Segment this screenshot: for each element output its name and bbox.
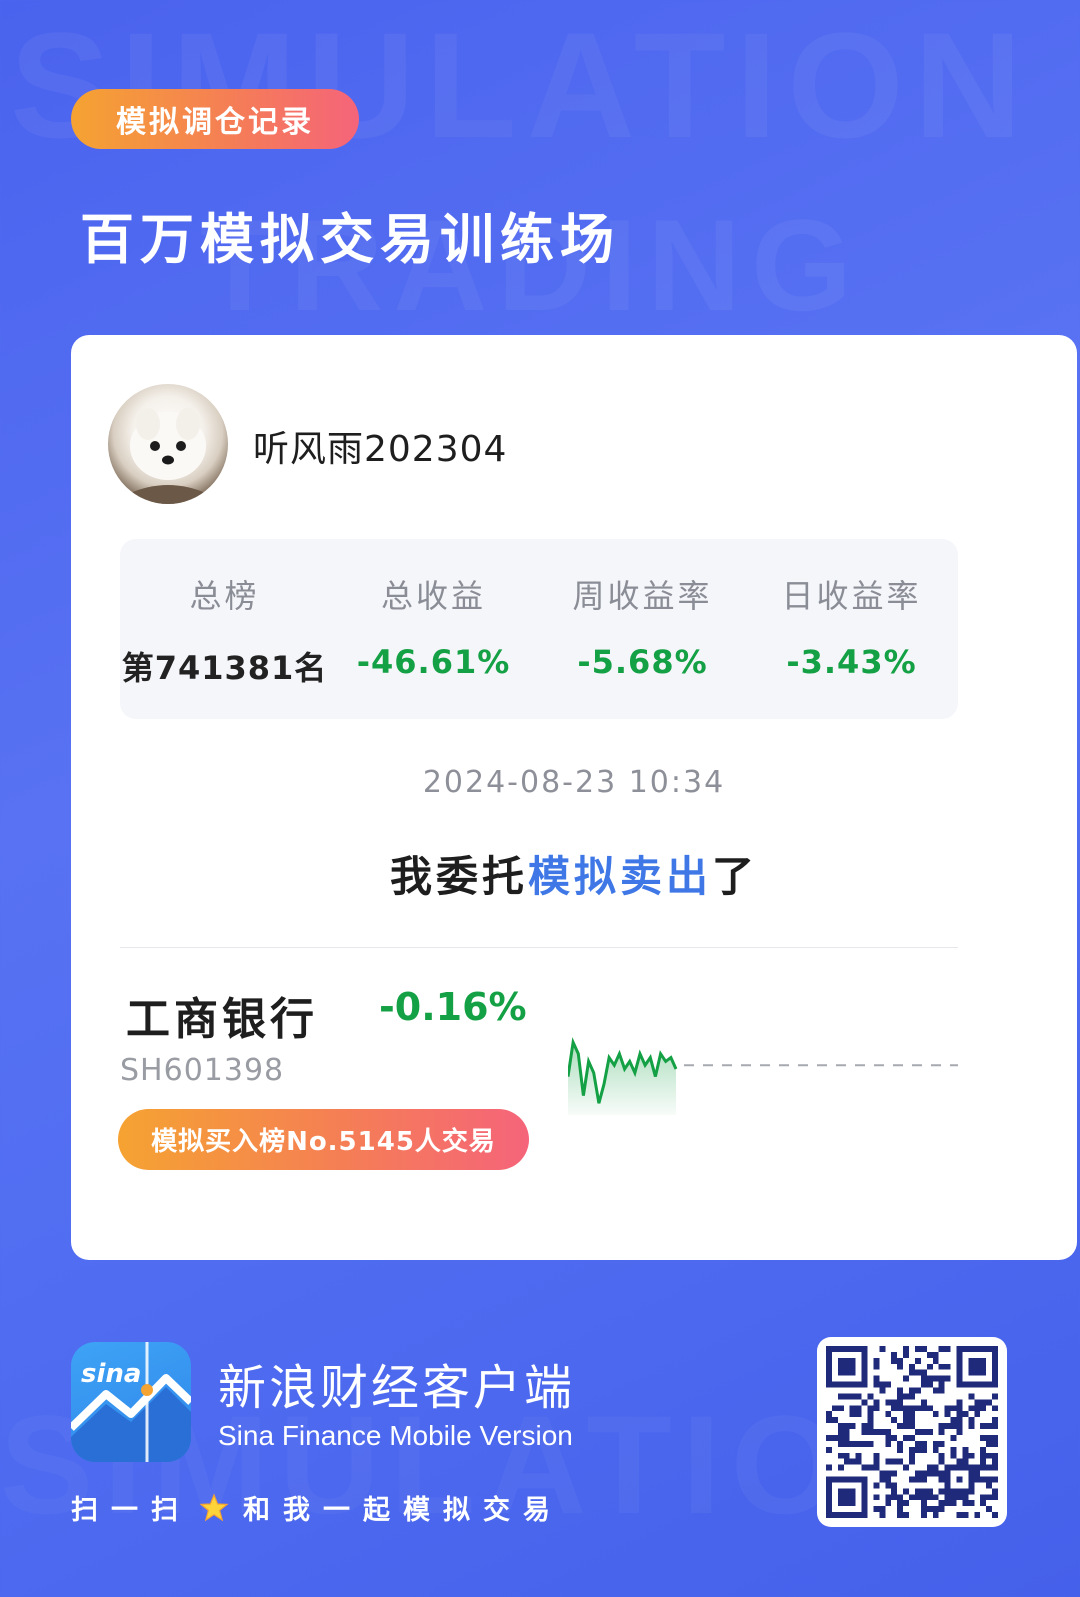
stat-daily-return: 日收益率 -3.43% [747,539,956,719]
stat-label: 周收益率 [572,577,713,615]
stats-panel: 总榜 第741381名 总收益 -46.61% 周收益率 -5.68% 日收益率… [120,539,958,719]
buy-rank-button[interactable]: 模拟买入榜No.5145人交易 [118,1109,529,1170]
stat-label: 总榜 [189,577,260,615]
action-suffix: 了 [712,852,759,901]
stat-value: -5.68% [577,643,708,681]
qr-code[interactable] [817,1337,1007,1527]
username: 听风雨202304 [253,429,508,470]
scan-suffix: 和我一起模拟交易 [243,1495,563,1526]
stock-name[interactable]: 工商银行 [126,983,318,1047]
stock-code: SH601398 [120,1053,285,1088]
action-highlight: 模拟卖出 [527,852,712,901]
star-icon [199,1492,229,1521]
stat-total-return: 总收益 -46.61% [329,539,538,719]
stat-value: -3.43% [786,643,917,681]
action-sentence: 我委托模拟卖出了 [71,843,1077,904]
price-sparkline [568,1037,958,1115]
stat-weekly-return: 周收益率 -5.68% [538,539,747,719]
record-tag: 模拟调仓记录 [71,89,359,149]
app-subtitle: Sina Finance Mobile Version [218,1420,573,1451]
avatar[interactable] [108,384,228,504]
sina-logo-icon: sina [71,1342,191,1462]
stat-total-rank: 总榜 第741381名 [120,539,329,719]
stat-label: 总收益 [380,577,486,615]
action-prefix: 我委托 [389,852,528,901]
scan-invite: 扫一扫 和我一起模拟交易 [71,1488,563,1527]
stat-label: 日收益率 [781,577,922,615]
app-name: 新浪财经客户端 [218,1360,576,1416]
stat-value: 第741381名 [121,649,328,687]
stat-value: -46.61% [356,643,511,681]
dog-avatar-icon [128,408,208,504]
divider [120,947,958,948]
scan-prefix: 扫一扫 [71,1495,191,1526]
stock-change: -0.16% [379,985,527,1029]
record-timestamp: 2024-08-23 10:34 [422,765,726,800]
page-title: 百万模拟交易训练场 [80,208,620,271]
logo-text: sina [81,1359,141,1389]
trade-record-card: 听风雨202304 总榜 第741381名 总收益 -46.61% 周收益率 -… [71,335,1077,1260]
qr-code-icon [826,1346,998,1518]
